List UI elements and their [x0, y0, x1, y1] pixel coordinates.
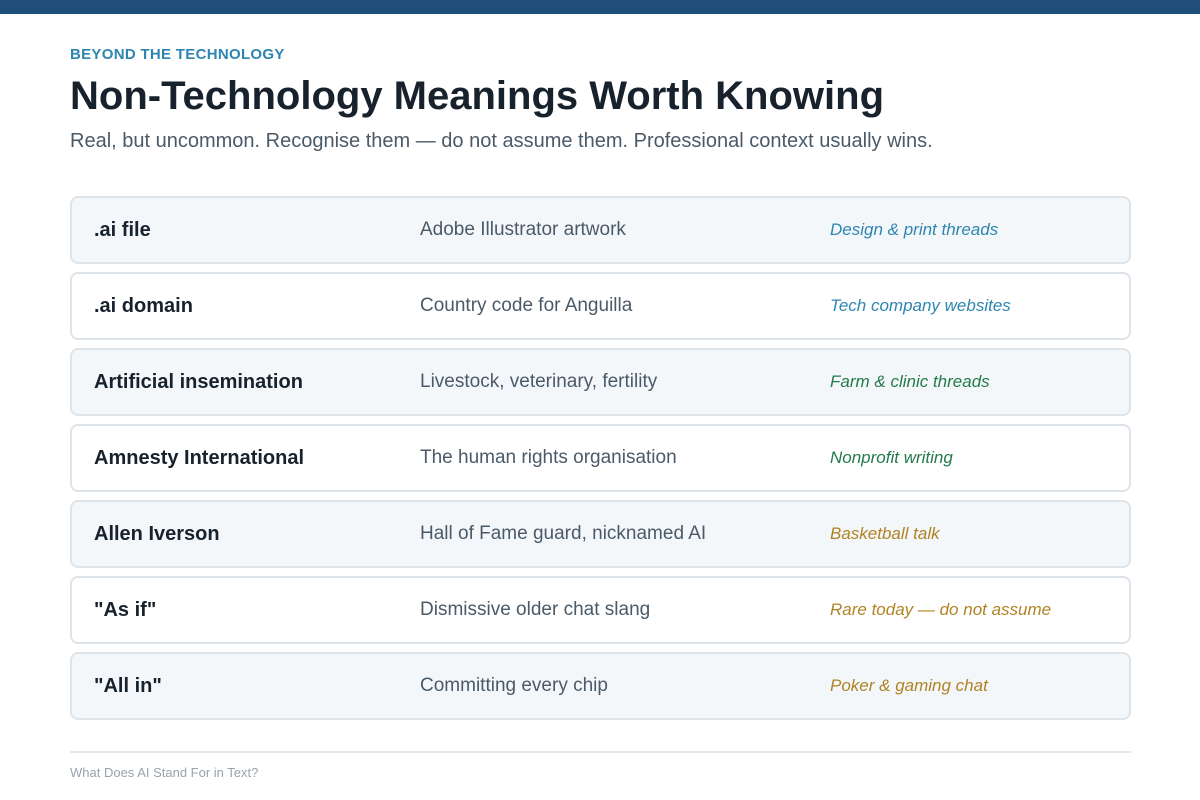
row-meaning: Committing every chip [420, 675, 608, 696]
row-term: Amnesty International [94, 447, 305, 469]
row-meaning: Hall of Fame guard, nicknamed AI [420, 523, 707, 544]
page-title: Non-Technology Meanings Worth Knowing [70, 74, 885, 118]
row-meaning: The human rights organisation [420, 447, 677, 468]
row-meaning: Livestock, veterinary, fertility [420, 371, 658, 392]
section-eyebrow: BEYOND THE TECHNOLOGY [70, 46, 285, 63]
row-meaning: Dismissive older chat slang [420, 599, 651, 620]
row-context: Nonprofit writing [830, 448, 953, 467]
row-meaning: Country code for Anguilla [420, 295, 633, 316]
footer-divider [70, 751, 1131, 753]
meaning-row: "All in" Committing every chip Poker & g… [70, 652, 1131, 720]
row-term: "As if" [94, 599, 157, 621]
row-context: Poker & gaming chat [830, 676, 988, 695]
row-term: Artificial insemination [94, 371, 303, 393]
meaning-row: "As if" Dismissive older chat slang Rare… [70, 576, 1131, 644]
top-accent-bar [0, 0, 1200, 14]
row-term: "All in" [94, 675, 162, 697]
row-context: Design & print threads [830, 220, 999, 239]
row-context: Basketball talk [830, 524, 940, 543]
meaning-row: Amnesty International The human rights o… [70, 424, 1131, 492]
row-context: Farm & clinic threads [830, 372, 990, 391]
meaning-row: Artificial insemination Livestock, veter… [70, 348, 1131, 416]
row-term: .ai domain [94, 295, 193, 317]
row-term: .ai file [94, 219, 151, 241]
row-context: Tech company websites [830, 296, 1011, 315]
meaning-row: .ai file Adobe Illustrator artwork Desig… [70, 196, 1131, 264]
row-term: Allen Iverson [94, 523, 220, 545]
page-subtitle: Real, but uncommon. Recognise them — do … [70, 130, 933, 152]
meaning-row: .ai domain Country code for Anguilla Tec… [70, 272, 1131, 340]
meaning-row: Allen Iverson Hall of Fame guard, nickna… [70, 500, 1131, 568]
row-context: Rare today — do not assume [830, 600, 1052, 619]
meanings-list: .ai file Adobe Illustrator artwork Desig… [70, 196, 1131, 728]
row-meaning: Adobe Illustrator artwork [420, 219, 626, 240]
footer-caption: What Does AI Stand For in Text? [70, 765, 259, 780]
